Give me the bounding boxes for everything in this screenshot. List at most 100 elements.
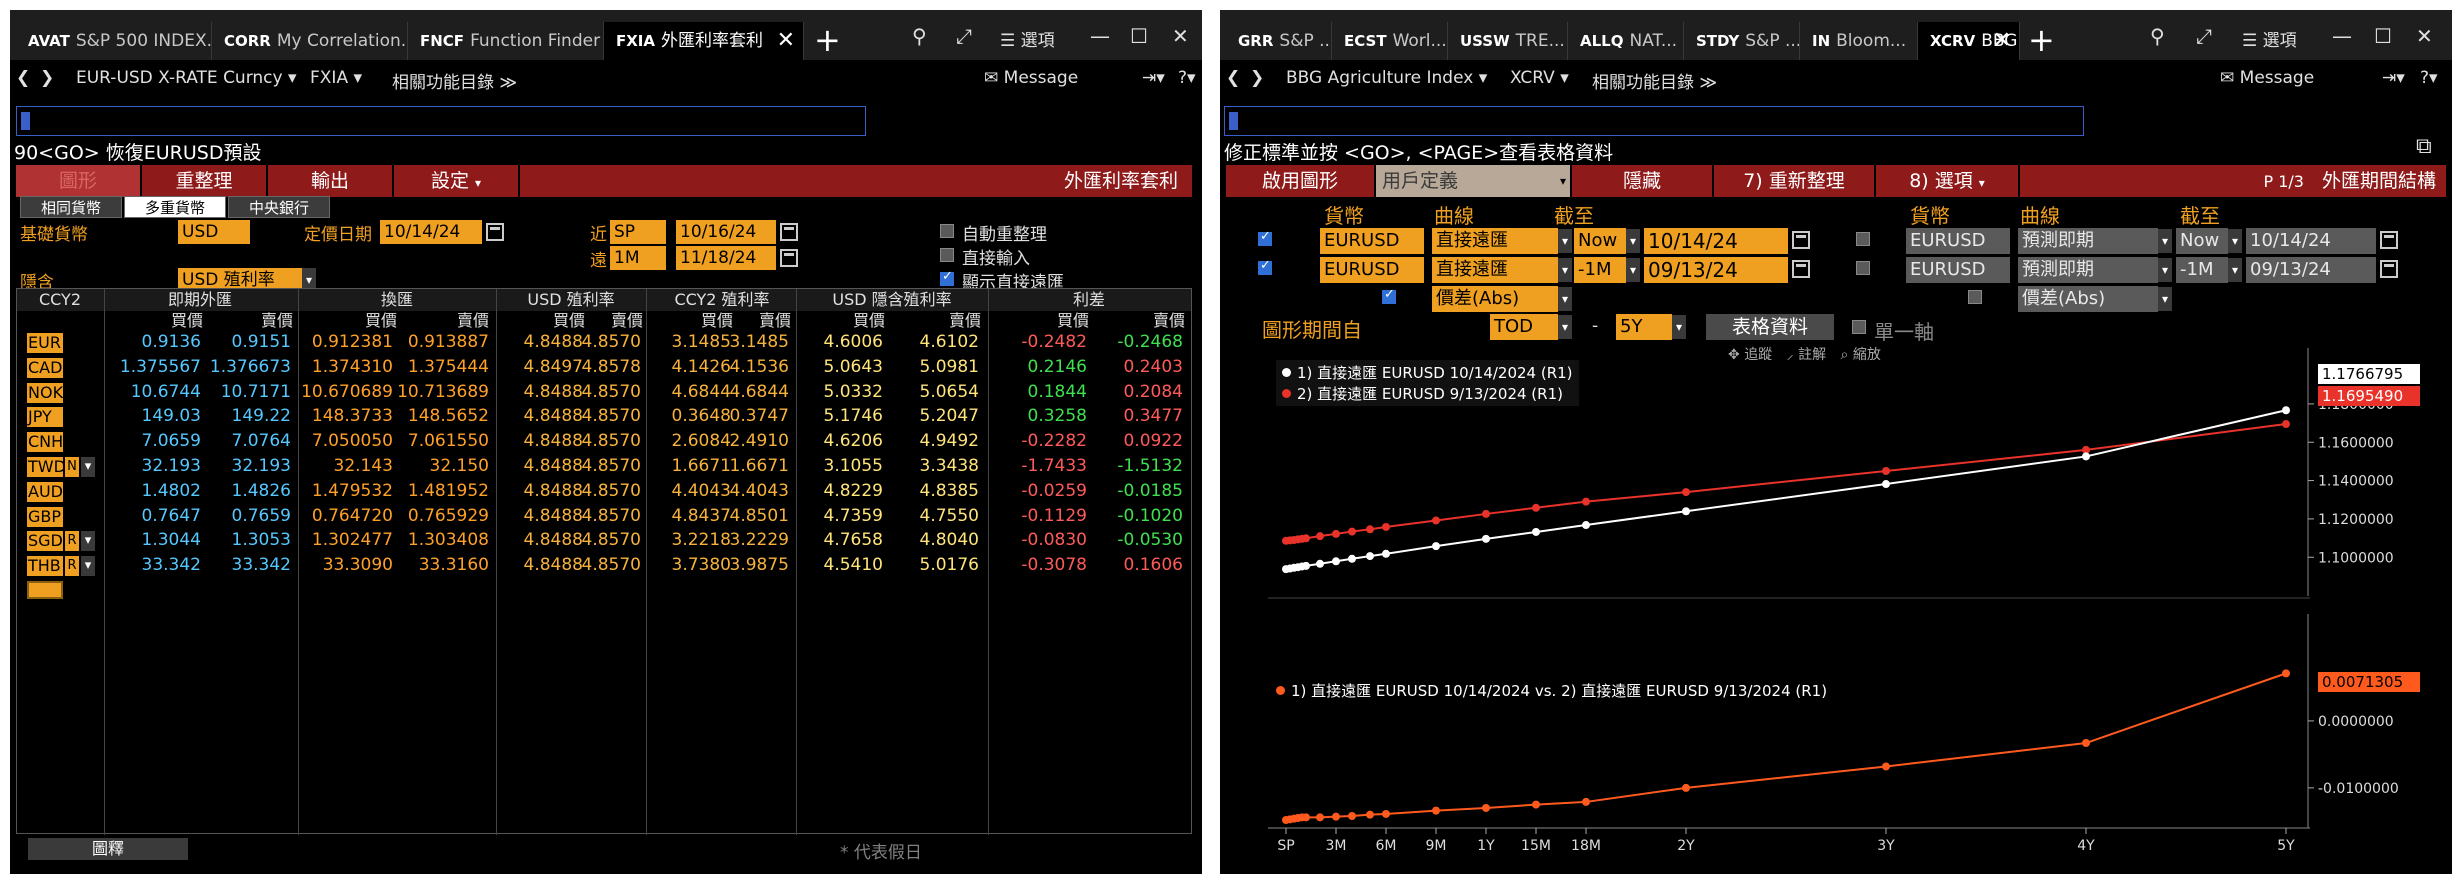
new-ccy-input[interactable]: [27, 581, 63, 599]
tab-xcrv[interactable]: XCRV BBG ✕: [1918, 22, 2020, 60]
back-icon[interactable]: ❮: [1226, 68, 1240, 88]
curve4-checkbox[interactable]: [1856, 232, 1870, 246]
ccy-cell[interactable]: JPY: [27, 407, 63, 428]
help-icon[interactable]: ?▾: [2420, 68, 2438, 88]
maximize-icon[interactable]: ☐: [2374, 24, 2392, 48]
spread1-type[interactable]: 價差(Abs): [1432, 286, 1558, 312]
period-to-dropdown[interactable]: ▾: [1672, 315, 1686, 339]
tab-allq[interactable]: ALLQ NAT...: [1568, 22, 1684, 60]
curve1-date[interactable]: 10/14/24: [1644, 228, 1788, 254]
options-button[interactable]: 8) 選項 ▾: [1876, 165, 2020, 197]
legend-button[interactable]: 圖釋: [28, 838, 188, 860]
close-window-icon[interactable]: ✕: [2416, 24, 2433, 48]
expand-icon[interactable]: ⤢: [956, 24, 972, 48]
close-tab-icon[interactable]: ✕: [1993, 22, 2011, 60]
expand-icon[interactable]: ⤢: [2196, 24, 2212, 48]
related-functions-menu[interactable]: 相關功能目錄 ≫: [392, 68, 517, 93]
period-from-field[interactable]: TOD: [1490, 314, 1558, 340]
tab-central-bank[interactable]: 中央銀行: [228, 196, 330, 218]
security-selector[interactable]: BBG Agriculture Index ▾: [1286, 68, 1487, 88]
period-to-field[interactable]: 5Y: [1616, 314, 1672, 340]
calendar-icon[interactable]: [2380, 260, 2398, 278]
curve2-rel-dropdown[interactable]: ▾: [1626, 258, 1640, 282]
tab-corr[interactable]: CORR My Correlation...: [212, 22, 408, 60]
minimize-icon[interactable]: —: [1090, 24, 1110, 48]
curve2-date[interactable]: 09/13/24: [1644, 257, 1788, 283]
forward-icon[interactable]: ❯: [40, 68, 54, 88]
new-tab-icon[interactable]: +: [2028, 22, 2055, 60]
ccy-cell[interactable]: CAD: [27, 357, 63, 378]
options-menu[interactable]: ☰ 選項: [2242, 26, 2297, 51]
command-input[interactable]: [16, 106, 866, 136]
far-tenor-field[interactable]: 1M: [610, 246, 666, 270]
settings-button[interactable]: 設定 ▾: [394, 165, 520, 197]
curve1-type-dropdown[interactable]: ▾: [1558, 229, 1572, 253]
show-direct-forward-checkbox[interactable]: [940, 269, 954, 286]
reorganize-button[interactable]: 重整理: [142, 165, 268, 197]
forward-icon[interactable]: ❯: [1250, 68, 1264, 88]
calendar-icon[interactable]: [780, 249, 798, 267]
curve5-rel-dropdown[interactable]: ▾: [2228, 258, 2242, 282]
auto-refresh-checkbox[interactable]: [940, 224, 954, 238]
term-structure-chart[interactable]: 1.10000001.12000001.14000001.16000001.18…: [1220, 338, 2452, 874]
chart-button[interactable]: 圖形: [16, 165, 142, 197]
ccy-cell[interactable]: NOK: [27, 382, 63, 403]
security-selector[interactable]: EUR-USD X-RATE Curncy ▾: [76, 68, 297, 88]
tab-avat[interactable]: AVAT S&P 500 INDEX...: [16, 22, 212, 60]
new-tab-icon[interactable]: +: [814, 22, 841, 60]
value-date-field[interactable]: 10/14/24: [380, 220, 482, 244]
message-button[interactable]: ✉ Message: [984, 68, 1078, 88]
ccy-cell[interactable]: SGD: [27, 531, 63, 552]
curve5-rel[interactable]: -1M: [2176, 257, 2228, 283]
message-button[interactable]: ✉ Message: [2220, 68, 2314, 88]
calendar-icon[interactable]: [1792, 231, 1810, 249]
curve1-ccy[interactable]: EURUSD: [1320, 228, 1424, 254]
close-window-icon[interactable]: ✕: [1172, 24, 1189, 48]
ccy-cell[interactable]: EUR: [27, 333, 63, 353]
near-tenor-field[interactable]: SP: [610, 220, 666, 244]
export-icon[interactable]: ⇥▾: [1142, 68, 1165, 88]
curve1-type[interactable]: 直接遠匯: [1432, 228, 1558, 254]
curve5-type[interactable]: 預測即期: [2018, 257, 2158, 283]
spread2-type-dropdown[interactable]: ▾: [2158, 287, 2172, 311]
close-tab-icon[interactable]: ✕: [777, 22, 795, 60]
maximize-icon[interactable]: ☐: [1130, 24, 1148, 48]
tab-ecst[interactable]: ECST Worl...: [1332, 22, 1448, 60]
curve1-rel-dropdown[interactable]: ▾: [1626, 229, 1640, 253]
tab-fxia[interactable]: FXIA 外匯利率套利 ✕: [604, 22, 804, 60]
back-icon[interactable]: ❮: [16, 68, 30, 88]
curve4-type-dropdown[interactable]: ▾: [2158, 229, 2172, 253]
ccy-flag-dropdown[interactable]: ▾: [81, 457, 95, 477]
tab-stdy[interactable]: STDY S&P ...: [1684, 22, 1800, 60]
direct-input-checkbox[interactable]: [940, 248, 954, 262]
spread1-type-dropdown[interactable]: ▾: [1558, 287, 1572, 311]
curve2-checkbox[interactable]: [1258, 258, 1272, 275]
far-date-field[interactable]: 11/18/24: [676, 246, 776, 270]
chart-type-dropdown[interactable]: 用戶定義 ▾: [1376, 165, 1572, 197]
ccy-cell[interactable]: TWD: [27, 457, 66, 477]
calendar-icon[interactable]: [486, 223, 504, 241]
popout-icon[interactable]: ⧉: [2416, 134, 2432, 159]
ccy-cell[interactable]: AUD: [27, 481, 63, 502]
curve5-checkbox[interactable]: [1856, 261, 1870, 275]
curve4-type[interactable]: 預測即期: [2018, 228, 2158, 254]
curve1-rel[interactable]: Now: [1574, 228, 1626, 254]
command-input[interactable]: [1224, 106, 2084, 136]
help-icon[interactable]: ?▾: [1178, 68, 1196, 88]
ccy-cell[interactable]: GBP: [27, 506, 63, 527]
spread2-checkbox[interactable]: [1968, 290, 1982, 304]
spread2-type[interactable]: 價差(Abs): [2018, 286, 2158, 312]
tab-grr[interactable]: GRR S&P ...: [1226, 22, 1332, 60]
calendar-icon[interactable]: [780, 223, 798, 241]
calendar-icon[interactable]: [1792, 260, 1810, 278]
period-from-dropdown[interactable]: ▾: [1558, 315, 1572, 339]
curve4-ccy[interactable]: EURUSD: [1906, 228, 2010, 254]
ccy-cell[interactable]: CNH: [27, 432, 63, 453]
curve2-rel[interactable]: -1M: [1574, 257, 1626, 283]
calendar-icon[interactable]: [2380, 231, 2398, 249]
table-data-button[interactable]: 表格資料: [1706, 314, 1834, 340]
tab-ussw[interactable]: USSW TRE...: [1448, 22, 1568, 60]
search-icon[interactable]: ⚲: [2150, 24, 2165, 48]
tab-in[interactable]: IN Bloom...: [1800, 22, 1918, 60]
refresh-button[interactable]: 7) 重新整理: [1714, 165, 1876, 197]
